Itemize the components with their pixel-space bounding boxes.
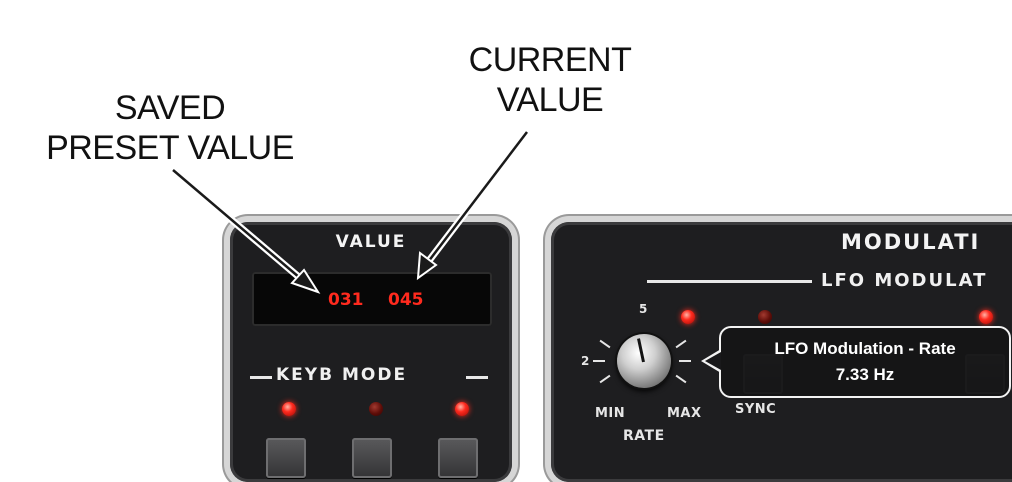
lfo-led-1 bbox=[681, 310, 695, 324]
current-value-callout: CURRENT VALUE bbox=[420, 40, 680, 120]
keyb-mode-button-3[interactable] bbox=[438, 438, 478, 478]
tooltip-title: LFO Modulation - Rate bbox=[774, 339, 956, 358]
rate-scale-tick bbox=[593, 360, 605, 362]
lfo-modulation-label: LFO MODULAT bbox=[821, 270, 988, 291]
rate-scale-tick bbox=[599, 339, 611, 349]
value-panel-title: VALUE bbox=[335, 232, 407, 252]
value-display: 031 045 bbox=[252, 272, 492, 326]
keyb-mode-rule-right bbox=[466, 376, 488, 379]
knob-pointer bbox=[637, 338, 645, 363]
rate-max-label: MAX bbox=[667, 406, 702, 421]
sync-label: SYNC bbox=[735, 402, 777, 417]
callout-saved-line2: PRESET VALUE bbox=[46, 129, 294, 167]
keyb-mode-button-1[interactable] bbox=[266, 438, 306, 478]
rate-scale-tick bbox=[675, 339, 687, 349]
callout-current-line1: CURRENT bbox=[468, 41, 632, 79]
current-value-readout: 045 bbox=[388, 290, 424, 310]
rate-scale-tick bbox=[599, 374, 611, 384]
rate-scale-5: 5 bbox=[639, 302, 648, 316]
saved-value-readout: 031 bbox=[328, 290, 364, 310]
rate-scale-2: 2 bbox=[581, 354, 590, 368]
keyb-mode-rule-left bbox=[250, 376, 272, 379]
rate-label: RATE bbox=[623, 428, 665, 444]
keyb-mode-button-2[interactable] bbox=[352, 438, 392, 478]
lfo-modulation-rule bbox=[647, 280, 812, 283]
rate-scale-tick bbox=[679, 360, 691, 362]
keyb-mode-led-1 bbox=[282, 402, 296, 416]
keyb-mode-led-3 bbox=[455, 402, 469, 416]
value-panel: VALUE 031 045 KEYB MODE bbox=[230, 222, 512, 482]
saved-preset-value-callout: SAVED PRESET VALUE bbox=[20, 88, 320, 168]
tooltip-value: 7.33 Hz bbox=[835, 365, 895, 384]
rate-scale-tick bbox=[675, 374, 687, 384]
keyb-mode-led-2 bbox=[369, 402, 383, 416]
modulation-panel-title: MODULATI bbox=[841, 230, 981, 254]
lfo-led-3 bbox=[979, 310, 993, 324]
callout-saved-line1: SAVED bbox=[114, 89, 226, 127]
parameter-tooltip: LFO Modulation - Rate 7.33 Hz bbox=[719, 326, 1011, 398]
modulation-panel: MODULATI LFO MODULAT 5 2 MIN MAX RATE SY… bbox=[551, 222, 1012, 482]
lfo-rate-knob[interactable] bbox=[617, 334, 671, 388]
callout-current-line2: VALUE bbox=[496, 81, 604, 119]
lfo-led-2 bbox=[758, 310, 772, 324]
tooltip-pointer-fill bbox=[705, 352, 721, 370]
rate-min-label: MIN bbox=[595, 406, 626, 421]
keyb-mode-label: KEYB MODE bbox=[276, 365, 408, 385]
